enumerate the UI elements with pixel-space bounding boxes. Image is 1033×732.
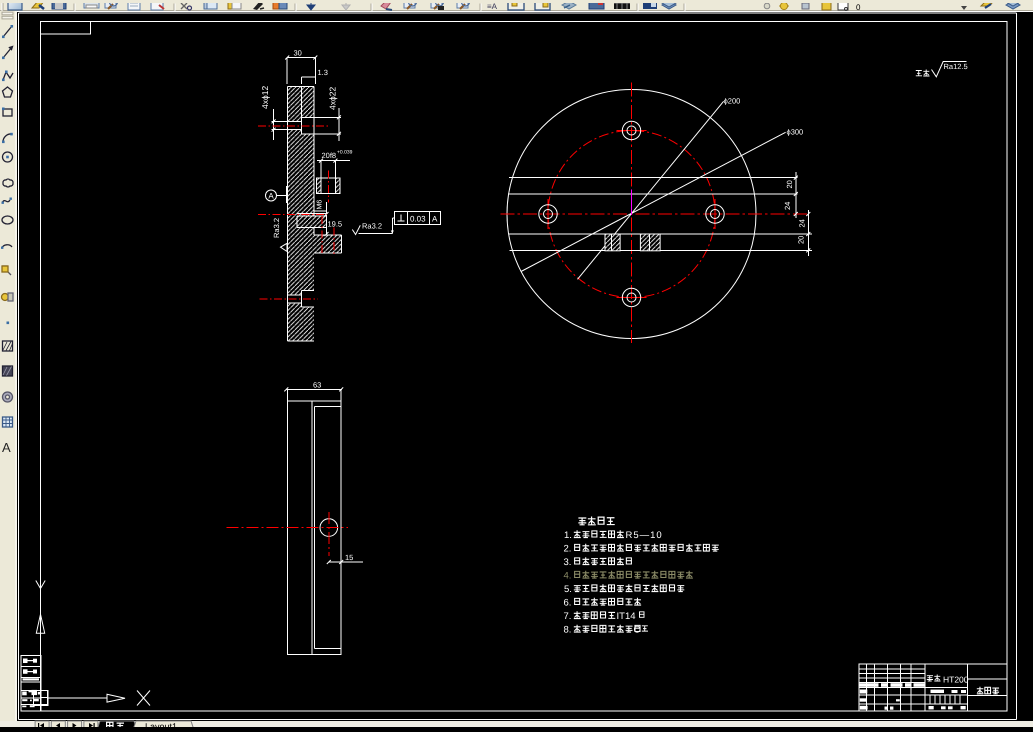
svg-text:Layout1: Layout1 (145, 722, 177, 728)
